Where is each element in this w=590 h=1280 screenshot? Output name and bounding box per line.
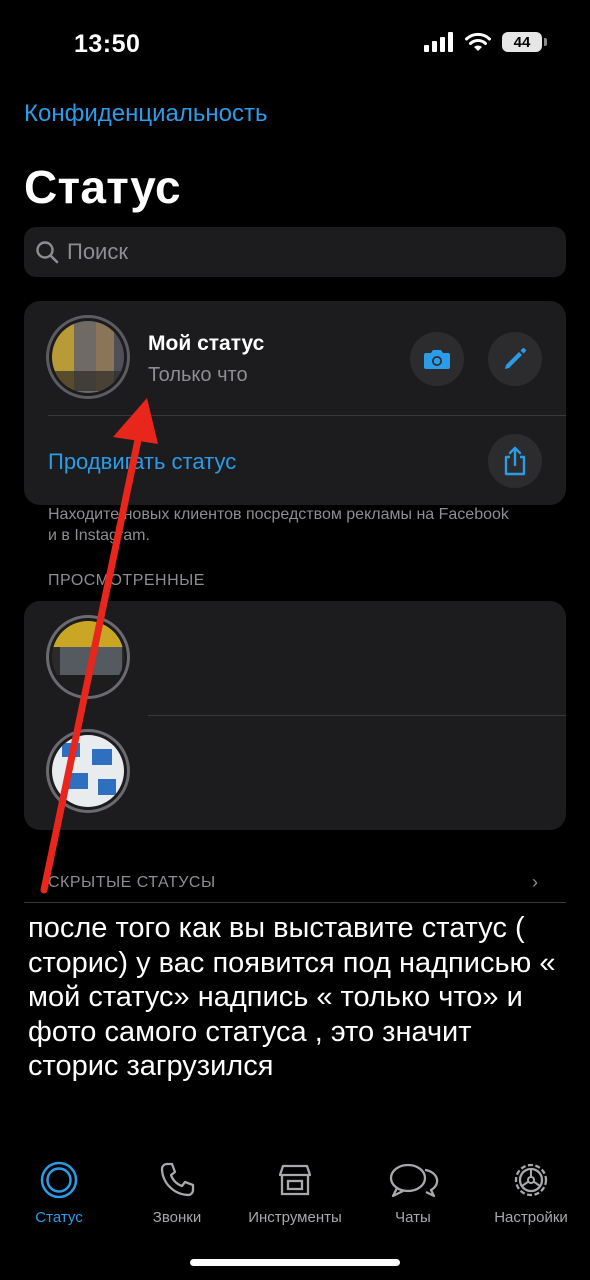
- chat-icon: [389, 1163, 439, 1198]
- tab-status[interactable]: Статус: [0, 1160, 118, 1226]
- arrow-head: [113, 398, 158, 444]
- phone-icon: [160, 1162, 195, 1197]
- tab-label: Настройки: [494, 1209, 568, 1226]
- tab-settings[interactable]: Настройки: [472, 1160, 590, 1226]
- status-icon: [40, 1161, 78, 1199]
- home-indicator[interactable]: [190, 1259, 400, 1266]
- annotation-arrow: [40, 398, 158, 894]
- tab-label: Звонки: [152, 1209, 202, 1226]
- arrow-shaft: [40, 431, 143, 894]
- tab-label: Статус: [35, 1209, 83, 1226]
- gear-icon: [514, 1163, 548, 1197]
- tab-label: Чаты: [395, 1209, 431, 1226]
- store-icon: [278, 1164, 312, 1196]
- tab-tools[interactable]: Инструменты: [236, 1160, 354, 1226]
- tab-calls[interactable]: Звонки: [118, 1160, 236, 1226]
- tab-chats[interactable]: Чаты: [354, 1160, 472, 1226]
- tab-label: Инструменты: [248, 1209, 342, 1226]
